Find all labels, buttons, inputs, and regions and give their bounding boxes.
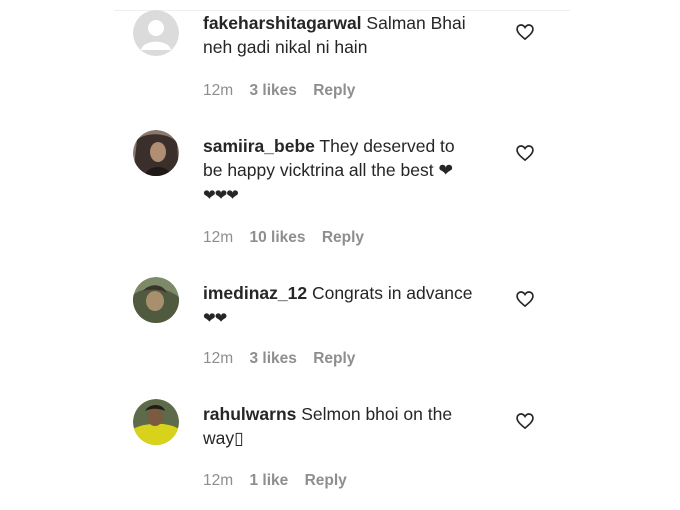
heart-outline-icon bbox=[516, 291, 534, 308]
comment-username[interactable]: samiira_bebe bbox=[203, 136, 315, 156]
user-photo-icon bbox=[133, 130, 179, 176]
comment-meta: 12m 10 likes Reply bbox=[203, 228, 376, 248]
comment-username[interactable]: imedinaz_12 bbox=[203, 283, 307, 303]
like-comment-button[interactable] bbox=[515, 411, 535, 431]
comment-text-continued: way▯ bbox=[203, 428, 244, 448]
comment-meta: 12m 1 like Reply bbox=[203, 471, 359, 491]
comment-likes[interactable]: 3 likes bbox=[249, 349, 296, 369]
user-photo-icon bbox=[133, 277, 179, 323]
comment-text: Congrats in advance bbox=[311, 283, 473, 303]
heart-emoji: ❤❤❤ bbox=[203, 187, 239, 204]
comment-body: imedinaz_12 Congrats in advance ❤❤ bbox=[203, 281, 503, 331]
reply-button[interactable]: Reply bbox=[322, 228, 364, 248]
comment-body: samiira_bebe They deserved to be happy v… bbox=[203, 134, 503, 208]
reply-button[interactable]: Reply bbox=[305, 471, 347, 491]
comment-text: Selmon bhoi on the bbox=[301, 404, 453, 424]
like-comment-button[interactable] bbox=[515, 289, 535, 309]
reply-button[interactable]: Reply bbox=[313, 81, 355, 101]
comment-body: fakeharshitagarwal Salman Bhai neh gadi … bbox=[203, 11, 503, 59]
user-photo-icon bbox=[133, 399, 179, 445]
avatar[interactable] bbox=[133, 10, 179, 56]
like-comment-button[interactable] bbox=[515, 143, 535, 163]
heart-emoji: ❤❤ bbox=[203, 310, 227, 327]
comment-text: They deserved to bbox=[319, 136, 455, 156]
avatar[interactable] bbox=[133, 277, 179, 323]
comment-username[interactable]: rahulwarns bbox=[203, 404, 296, 424]
comment-likes[interactable]: 10 likes bbox=[249, 228, 305, 248]
default-user-icon bbox=[133, 10, 179, 56]
comment-body: rahulwarns Selmon bhoi on the way▯ bbox=[203, 402, 503, 450]
comment-text-continued: neh gadi nikal ni hain bbox=[203, 37, 368, 57]
like-comment-button[interactable] bbox=[515, 22, 535, 42]
comment-meta: 12m 3 likes Reply bbox=[203, 349, 367, 369]
comment-text: Salman Bhai bbox=[366, 13, 466, 33]
reply-button[interactable]: Reply bbox=[313, 349, 355, 369]
comment-meta: 12m 3 likes Reply bbox=[203, 81, 367, 101]
heart-outline-icon bbox=[516, 24, 534, 41]
comment-likes[interactable]: 3 likes bbox=[249, 81, 296, 101]
comment-likes[interactable]: 1 like bbox=[249, 471, 288, 491]
comment-time: 12m bbox=[203, 229, 234, 246]
heart-outline-icon bbox=[516, 145, 534, 162]
heart-outline-icon bbox=[516, 413, 534, 430]
comment-username[interactable]: fakeharshitagarwal bbox=[203, 13, 362, 33]
comment-time: 12m bbox=[203, 350, 234, 367]
comment-time: 12m bbox=[203, 472, 234, 489]
comment-text-continued: be happy vicktrina all the best ❤ bbox=[203, 160, 454, 180]
comment-time: 12m bbox=[203, 82, 234, 99]
avatar[interactable] bbox=[133, 399, 179, 445]
avatar[interactable] bbox=[133, 130, 179, 176]
comments-panel: fakeharshitagarwal Salman Bhai neh gadi … bbox=[0, 0, 680, 510]
